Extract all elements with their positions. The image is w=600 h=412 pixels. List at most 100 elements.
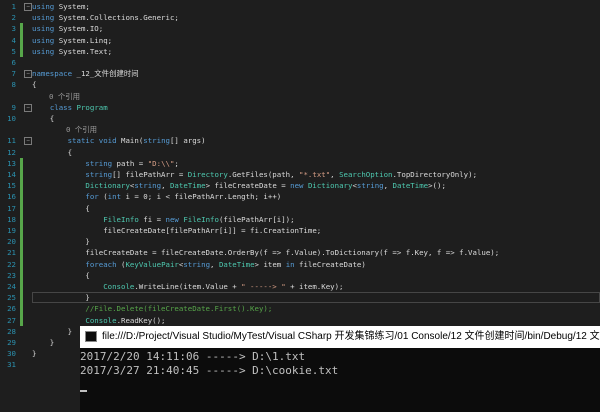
line-number: 3 <box>11 24 16 34</box>
code-text: using System.Linq; <box>32 35 112 46</box>
code-token: System.Linq; <box>54 35 113 45</box>
line-number: 8 <box>11 80 16 90</box>
keyword-token: for <box>85 192 99 202</box>
code-line[interactable]: 15 Dictionary<string, DateTime> fileCrea… <box>0 180 600 192</box>
code-token: fi = <box>138 214 166 224</box>
collapse-icon[interactable]: − <box>24 137 32 146</box>
string-token: "D:\\" <box>147 158 175 168</box>
code-line[interactable]: 20 } <box>0 236 600 248</box>
code-token: > fileCreateDate = <box>205 181 291 191</box>
codelens-references[interactable]: 0 个引用 <box>0 91 600 102</box>
code-line[interactable]: 1− using System; <box>0 1 600 12</box>
code-line[interactable]: 14 string[] filePathArr = Directory.GetF… <box>0 169 600 181</box>
code-token: .ReadKey(); <box>116 315 166 325</box>
keyword-token: void <box>98 136 117 146</box>
line-number: 29 <box>7 338 16 347</box>
code-token: .WriteLine(item.Value + <box>134 282 242 291</box>
keyword-token: static <box>67 136 95 146</box>
code-token: _12_文件创建时间 <box>72 69 139 79</box>
codelens-references[interactable]: 0 个引用 <box>0 124 600 135</box>
code-line[interactable]: 3 using System.IO; <box>0 23 600 35</box>
line-number: 15 <box>7 181 16 191</box>
line-number: 2 <box>11 13 16 23</box>
code-line[interactable]: 24 Console.WriteLine(item.Value + " ----… <box>0 281 600 293</box>
line-number: 1 <box>11 2 16 11</box>
change-indicator <box>20 269 23 281</box>
code-text: } <box>32 236 89 247</box>
keyword-token: in <box>285 259 295 269</box>
code-line[interactable]: 11− static void Main(string[] args) <box>0 135 600 146</box>
code-line[interactable]: 13 string path = "D:\\"; <box>0 157 600 169</box>
code-token: } <box>32 293 90 303</box>
code-line[interactable]: 19 fileCreateDate[filePathArr[i]] = fi.C… <box>0 225 600 237</box>
code-text: //File.Delete(fileCreateDate.First().Key… <box>32 303 272 314</box>
code-token: fileCreateDate = fileCreateDate.OrderBy(… <box>32 248 500 258</box>
change-indicator <box>20 314 23 326</box>
code-line[interactable]: 21 fileCreateDate = fileCreateDate.Order… <box>0 247 600 259</box>
change-indicator <box>20 258 23 270</box>
keyword-token: string <box>85 170 113 179</box>
string-token: " -----> " <box>241 282 286 291</box>
code-token: (filePathArr[i]); <box>218 214 295 224</box>
code-line[interactable]: 26 //File.Delete(fileCreateDate.First().… <box>0 303 600 315</box>
keyword-token: new <box>290 181 304 191</box>
code-token: , <box>330 170 340 179</box>
code-line[interactable]: 8{ <box>0 79 600 90</box>
code-token: .TopDirectoryOnly); <box>392 170 478 179</box>
code-token: .GetFiles(path, <box>227 170 300 179</box>
code-text: using System; <box>32 1 90 12</box>
type-token: FileInfo <box>103 214 139 224</box>
console-output-line: 2017/3/27 21:40:45 -----> D:\cookie.txt <box>80 364 339 377</box>
code-token: { <box>32 147 73 157</box>
code-line[interactable]: 2 using System.Collections.Generic; <box>0 12 600 23</box>
code-line[interactable]: 5 using System.Text; <box>0 45 600 57</box>
code-line[interactable]: 16 for (int i = 0; i < filePathArr.Lengt… <box>0 191 600 203</box>
code-text: } <box>32 326 72 337</box>
code-token: path = <box>112 158 148 168</box>
code-token: , <box>210 259 219 269</box>
console-title-bar[interactable]: file:///D:/Project/Visual Studio/MyTest/… <box>80 326 600 348</box>
code-token: ( <box>98 192 108 202</box>
line-number: 28 <box>7 326 16 336</box>
code-line[interactable]: 23 { <box>0 269 600 281</box>
code-line[interactable]: 17 { <box>0 202 600 214</box>
code-line[interactable]: 27 Console.ReadKey(); <box>0 314 600 326</box>
code-text: Console.WriteLine(item.Value + " -----> … <box>32 281 343 292</box>
code-line[interactable]: 10 { <box>0 113 600 124</box>
keyword-token: int <box>107 192 122 202</box>
console-output[interactable]: 2017/2/20 14:11:06 -----> D:\1.txt 2017/3… <box>80 348 600 392</box>
type-token: Console <box>85 315 117 325</box>
code-line[interactable]: 6 <box>0 57 600 68</box>
line-number: 12 <box>7 147 16 157</box>
code-line[interactable]: 18 FileInfo fi = new FileInfo(filePathAr… <box>0 213 600 225</box>
collapse-icon[interactable]: − <box>24 70 32 79</box>
code-line[interactable]: 7− namespace _12_文件创建时间 <box>0 68 600 79</box>
keyword-token: string <box>356 181 384 191</box>
collapse-icon[interactable]: − <box>24 3 32 11</box>
console-window[interactable]: file:///D:/Project/Visual Studio/MyTest/… <box>80 326 600 412</box>
keyword-token: using <box>32 13 55 23</box>
keyword-token: using <box>32 24 55 34</box>
code-token: System.Text; <box>54 46 113 56</box>
codelens-label[interactable]: 0 个引用 <box>66 124 97 135</box>
code-line[interactable]: 9− class Program <box>0 102 600 113</box>
console-app-icon <box>85 331 97 342</box>
codelens-label[interactable]: 0 个引用 <box>49 91 80 102</box>
code-line[interactable]: 12 { <box>0 147 600 158</box>
code-line[interactable]: 4 using System.Linq; <box>0 34 600 46</box>
collapse-icon[interactable]: − <box>24 103 32 112</box>
line-number: 21 <box>7 248 16 258</box>
code-line[interactable]: 22 foreach (KeyValuePair<string, DateTim… <box>0 258 600 270</box>
type-token: FileInfo <box>183 214 219 224</box>
line-number: 16 <box>7 192 16 202</box>
change-indicator <box>20 34 23 46</box>
code-text: FileInfo fi = new FileInfo(filePathArr[i… <box>32 214 295 225</box>
code-line[interactable]: 25 } <box>0 292 600 304</box>
line-number: 7 <box>11 69 16 79</box>
